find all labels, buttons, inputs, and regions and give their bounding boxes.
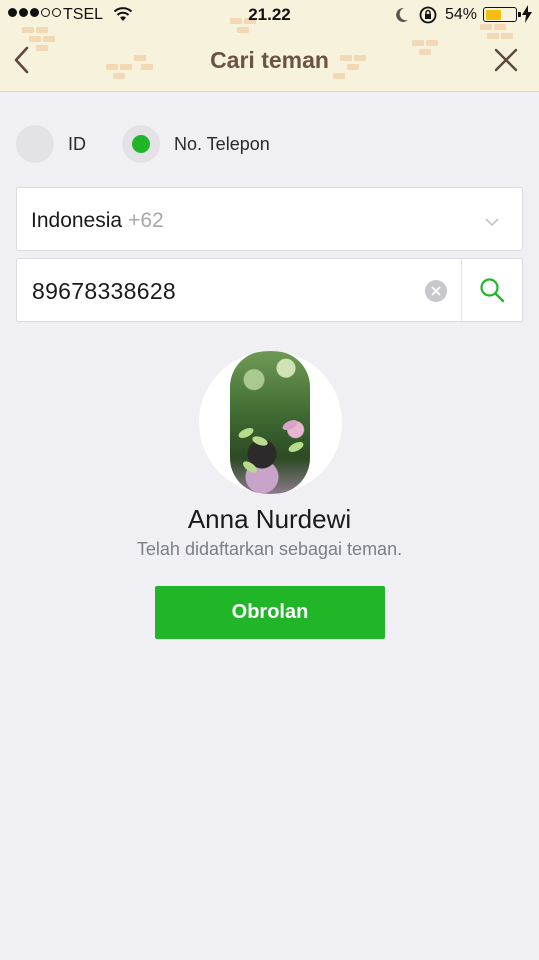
friend-status: Telah didaftarkan sebagai teman. bbox=[136, 539, 403, 559]
header-pattern bbox=[29, 36, 41, 42]
chevron-down-icon bbox=[484, 214, 500, 232]
chat-button[interactable]: Obrolan bbox=[155, 586, 385, 639]
close-button[interactable] bbox=[491, 45, 521, 75]
radio-selected-dot bbox=[132, 135, 150, 153]
radio-label-phone: No. Telepon bbox=[174, 133, 270, 154]
search-mode-selector: ID No. Telepon bbox=[0, 125, 539, 169]
radio-button[interactable] bbox=[16, 125, 54, 163]
page-title: Cari teman bbox=[210, 47, 329, 73]
battery-level bbox=[485, 9, 502, 20]
country-code: +62 bbox=[128, 209, 164, 232]
country-label: Indonesia +62 bbox=[31, 209, 164, 233]
header-pattern bbox=[426, 40, 438, 46]
profile-photo bbox=[230, 351, 310, 494]
phone-input[interactable]: 89678338628 bbox=[32, 278, 176, 305]
header: TSEL 21.22 54% Cari teman bbox=[0, 0, 539, 92]
radio-option-phone[interactable]: No. Telepon bbox=[122, 125, 270, 163]
radio-label-id: ID bbox=[68, 133, 86, 154]
search-button[interactable] bbox=[461, 259, 523, 321]
country-selector[interactable]: Indonesia +62 bbox=[16, 187, 523, 251]
close-icon bbox=[494, 48, 518, 72]
clear-icon bbox=[431, 286, 441, 296]
phone-search-field: 89678338628 bbox=[16, 258, 523, 322]
orientation-lock-icon bbox=[418, 5, 438, 30]
avatar bbox=[199, 351, 342, 494]
search-icon bbox=[480, 278, 505, 303]
country-name: Indonesia bbox=[31, 209, 123, 232]
battery-icon bbox=[483, 7, 521, 22]
header-pattern bbox=[412, 40, 424, 46]
status-bar: TSEL 21.22 54% bbox=[0, 0, 539, 30]
clear-input-button[interactable] bbox=[425, 280, 447, 302]
header-pattern bbox=[43, 36, 55, 42]
contact-name: Anna Nurdewi bbox=[187, 504, 352, 534]
radio-option-id[interactable]: ID bbox=[16, 125, 86, 163]
charging-icon bbox=[522, 5, 532, 28]
do-not-disturb-icon bbox=[394, 6, 410, 29]
header-pattern bbox=[487, 33, 499, 39]
radio-button[interactable] bbox=[122, 125, 160, 163]
battery-percent: 54% bbox=[445, 6, 478, 23]
header-pattern bbox=[501, 33, 513, 39]
